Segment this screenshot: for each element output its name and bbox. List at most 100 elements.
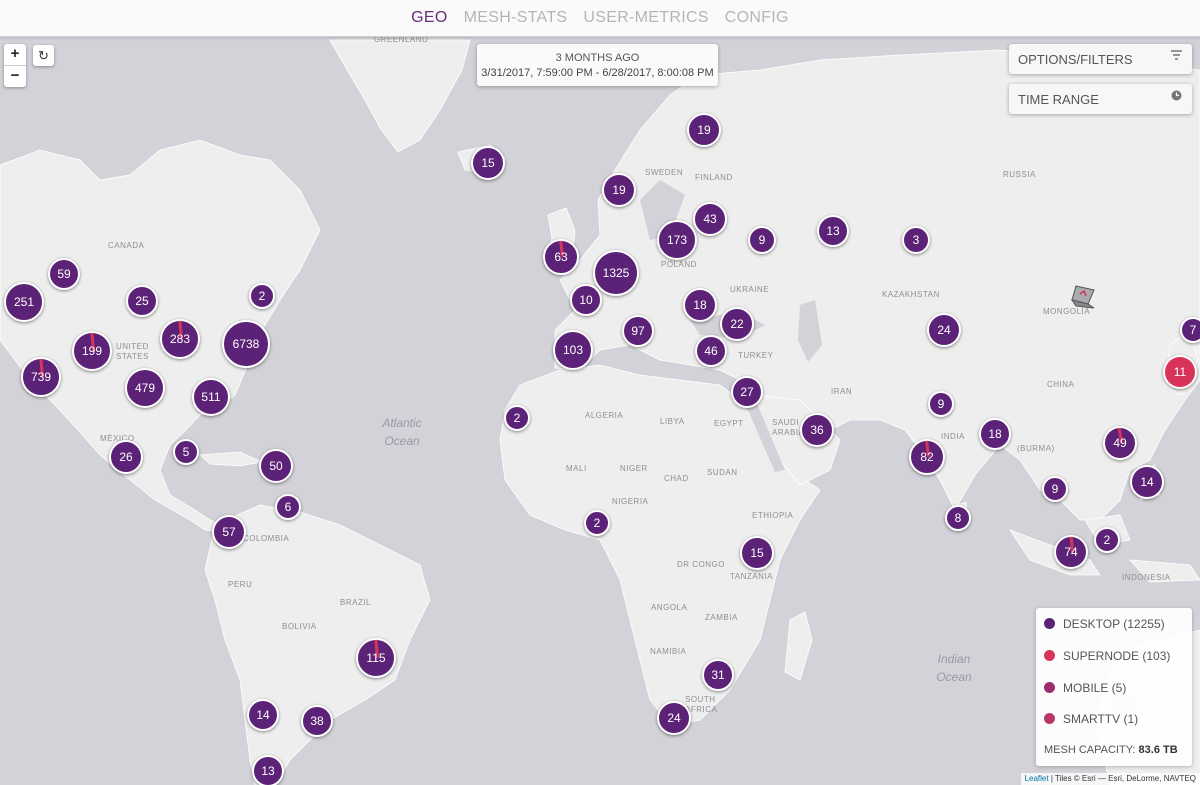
cluster-marker[interactable]: 115 <box>356 638 396 678</box>
cluster-marker[interactable]: 6 <box>275 494 301 520</box>
cluster-count: 103 <box>562 343 584 357</box>
attribution-text: | Tiles © Esri — Esri, DeLorme, NAVTEQ <box>1048 774 1196 783</box>
cluster-marker[interactable]: 18 <box>979 418 1011 450</box>
cluster-count: 13 <box>261 764 275 778</box>
cluster-marker[interactable]: 19 <box>687 113 721 147</box>
zoom-out-button[interactable]: − <box>4 65 26 87</box>
cluster-count: 479 <box>134 381 156 395</box>
cluster-marker[interactable]: 251 <box>4 282 44 322</box>
label-tanzania: TANZANIA <box>730 572 773 581</box>
options-filters-button[interactable]: OPTIONS/FILTERS <box>1009 44 1192 74</box>
cluster-count: 1325 <box>602 266 630 280</box>
cluster-count: 2 <box>593 516 601 530</box>
laptop-icon[interactable] <box>1068 282 1098 312</box>
cluster-marker[interactable]: 59 <box>48 258 80 290</box>
filter-icon <box>1171 50 1182 64</box>
legend-item-desktop[interactable]: DESKTOP (12255) <box>1044 617 1165 631</box>
label-united-states: UNITED STATES <box>116 342 149 361</box>
cluster-count: 97 <box>631 324 645 338</box>
cluster-marker[interactable]: 7 <box>1180 317 1200 343</box>
cluster-marker[interactable]: 2 <box>584 510 610 536</box>
cluster-marker[interactable]: 2 <box>1094 527 1120 553</box>
cluster-marker[interactable]: 511 <box>192 378 230 416</box>
cluster-marker[interactable]: 5 <box>173 439 199 465</box>
cluster-marker[interactable]: 3 <box>902 226 930 254</box>
tab-mesh-stats[interactable]: MESH-STATS <box>464 9 568 27</box>
cluster-marker[interactable]: 9 <box>748 226 776 254</box>
cluster-marker[interactable]: 97 <box>622 315 654 347</box>
cluster-marker[interactable]: 283 <box>160 319 200 359</box>
cluster-marker[interactable]: 19 <box>602 173 636 207</box>
legend-item-supernode[interactable]: SUPERNODE (103) <box>1044 649 1170 663</box>
cluster-count: 173 <box>666 233 688 247</box>
cluster-marker[interactable]: 46 <box>695 335 727 367</box>
cluster-marker[interactable]: 49 <box>1103 426 1137 460</box>
cluster-marker[interactable]: 199 <box>72 331 112 371</box>
leaflet-link[interactable]: Leaflet <box>1025 774 1049 783</box>
cluster-marker[interactable]: 15 <box>740 536 774 570</box>
cluster-count: 15 <box>750 546 764 560</box>
cluster-count: 22 <box>730 317 744 331</box>
tab-config[interactable]: CONFIG <box>725 9 789 27</box>
legend-item-smarttv[interactable]: SMARTTV (1) <box>1044 712 1138 726</box>
cluster-marker[interactable]: 82 <box>909 439 945 475</box>
label-canada: CANADA <box>108 241 145 250</box>
cluster-marker[interactable]: 13 <box>252 755 284 785</box>
cluster-marker[interactable]: 74 <box>1054 535 1088 569</box>
cluster-marker[interactable]: 173 <box>657 220 697 260</box>
legend-dot <box>1044 650 1055 661</box>
world-map[interactable]: GREENLAND SWEDEN FINLAND RUSSIA CANADA P… <box>0 0 1200 785</box>
cluster-marker[interactable]: 31 <box>702 659 734 691</box>
cluster-marker[interactable]: 38 <box>301 705 333 737</box>
cluster-count: 57 <box>222 525 236 539</box>
cluster-marker[interactable]: 27 <box>731 376 763 408</box>
label-egypt: EGYPT <box>714 419 744 428</box>
time-range-label: TIME RANGE <box>1018 92 1099 107</box>
refresh-button[interactable]: ↻ <box>33 45 54 66</box>
label-chad: CHAD <box>664 474 689 483</box>
cluster-count: 6 <box>284 500 292 514</box>
cluster-marker[interactable]: 14 <box>247 699 279 731</box>
cluster-marker[interactable]: 2 <box>504 405 530 431</box>
cluster-marker[interactable]: 18 <box>683 288 717 322</box>
cluster-marker[interactable]: 63 <box>543 239 579 275</box>
mesh-capacity-label: MESH CAPACITY: <box>1044 744 1136 756</box>
cluster-marker[interactable]: 1325 <box>593 250 639 296</box>
cluster-marker[interactable]: 6738 <box>222 320 270 368</box>
tab-geo[interactable]: GEO <box>411 9 447 27</box>
cluster-marker[interactable]: 25 <box>126 285 158 317</box>
legend-item-mobile[interactable]: MOBILE (5) <box>1044 681 1126 695</box>
cluster-marker[interactable]: 26 <box>109 440 143 474</box>
cluster-marker[interactable]: 43 <box>693 202 727 236</box>
cluster-marker[interactable]: 479 <box>125 368 165 408</box>
cluster-marker[interactable]: 11 <box>1163 355 1197 389</box>
zoom-in-button[interactable]: + <box>4 44 26 65</box>
time-range-button[interactable]: TIME RANGE <box>1009 84 1192 114</box>
cluster-count: 739 <box>30 370 52 384</box>
label-colombia: COLOMBIA <box>243 534 290 543</box>
cluster-marker[interactable]: 739 <box>21 357 61 397</box>
cluster-marker[interactable]: 15 <box>471 146 505 180</box>
cluster-marker[interactable]: 24 <box>657 701 691 735</box>
legend-label: SUPERNODE (103) <box>1063 649 1171 663</box>
cluster-marker[interactable]: 14 <box>1130 465 1164 499</box>
cluster-marker[interactable]: 9 <box>1042 476 1068 502</box>
cluster-count: 59 <box>57 267 71 281</box>
cluster-marker[interactable]: 36 <box>800 413 834 447</box>
label-niger: NIGER <box>620 464 648 473</box>
cluster-marker[interactable]: 50 <box>259 449 293 483</box>
cluster-marker[interactable]: 2 <box>249 283 275 309</box>
tab-user-metrics[interactable]: USER-METRICS <box>583 9 708 27</box>
cluster-marker[interactable]: 24 <box>927 313 961 347</box>
cluster-marker[interactable]: 9 <box>928 391 954 417</box>
cluster-marker[interactable]: 13 <box>817 215 849 247</box>
cluster-count: 7 <box>1189 323 1197 337</box>
cluster-marker[interactable]: 22 <box>720 307 754 341</box>
cluster-count: 74 <box>1064 545 1078 559</box>
cluster-count: 9 <box>1051 482 1059 496</box>
cluster-marker[interactable]: 8 <box>945 505 971 531</box>
cluster-marker[interactable]: 10 <box>570 284 602 316</box>
label-turkey: TURKEY <box>738 351 774 360</box>
cluster-marker[interactable]: 57 <box>212 515 246 549</box>
cluster-marker[interactable]: 103 <box>553 330 593 370</box>
